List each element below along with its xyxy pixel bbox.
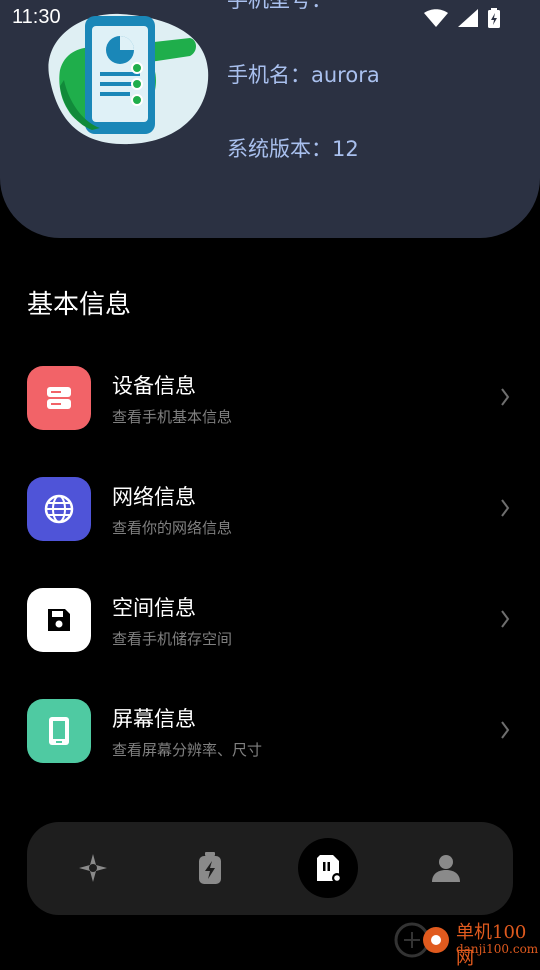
globe-icon <box>27 477 91 541</box>
watermark-url: danji100.com <box>456 942 539 956</box>
menu-item-screen-info[interactable]: 屏幕信息 查看屏幕分辨率、尺寸 <box>0 699 540 799</box>
system-version-info: 系统版本：12 <box>227 137 359 161</box>
chevron-right-icon <box>501 610 510 628</box>
watermark-icon <box>394 922 449 958</box>
status-time: 11:30 <box>12 6 61 28</box>
menu-item-subtitle: 查看屏幕分辨率、尺寸 <box>112 741 263 759</box>
phone-icon <box>27 699 91 763</box>
bottom-navigation <box>27 822 513 915</box>
menu-item-device-info[interactable]: 设备信息 查看手机基本信息 <box>0 366 540 466</box>
sim-card-icon <box>317 855 342 883</box>
menu-item-storage-info[interactable]: 空间信息 查看手机储存空间 <box>0 588 540 688</box>
wifi-icon <box>424 9 448 27</box>
person-icon <box>432 855 460 882</box>
menu-item-title: 设备信息 <box>112 374 196 398</box>
nav-battery-button[interactable] <box>180 838 240 898</box>
nav-profile-button[interactable] <box>416 838 476 898</box>
battery-icon <box>199 852 221 884</box>
section-title: 基本信息 <box>27 290 132 320</box>
server-icon <box>27 366 91 430</box>
menu-item-subtitle: 查看手机基本信息 <box>112 408 233 426</box>
nav-tools-button[interactable] <box>63 838 123 898</box>
menu-item-title: 空间信息 <box>112 596 196 620</box>
menu-item-subtitle: 查看你的网络信息 <box>112 519 233 537</box>
menu-item-title: 屏幕信息 <box>112 707 196 731</box>
chevron-right-icon <box>501 388 510 406</box>
tools-icon <box>79 854 107 882</box>
signal-icon <box>458 9 478 27</box>
menu-item-title: 网络信息 <box>112 485 196 509</box>
device-name-info: 手机名：aurora <box>227 63 380 87</box>
chevron-right-icon <box>501 499 510 517</box>
battery-status-icon <box>488 8 500 28</box>
nav-device-button[interactable] <box>298 838 358 898</box>
menu-item-network-info[interactable]: 网络信息 查看你的网络信息 <box>0 477 540 577</box>
status-bar: 11:30 <box>0 0 540 36</box>
menu-item-subtitle: 查看手机储存空间 <box>112 630 233 648</box>
chevron-right-icon <box>501 721 510 739</box>
watermark-logo: 单机100网 danji100.com <box>392 914 540 969</box>
save-icon <box>27 588 91 652</box>
